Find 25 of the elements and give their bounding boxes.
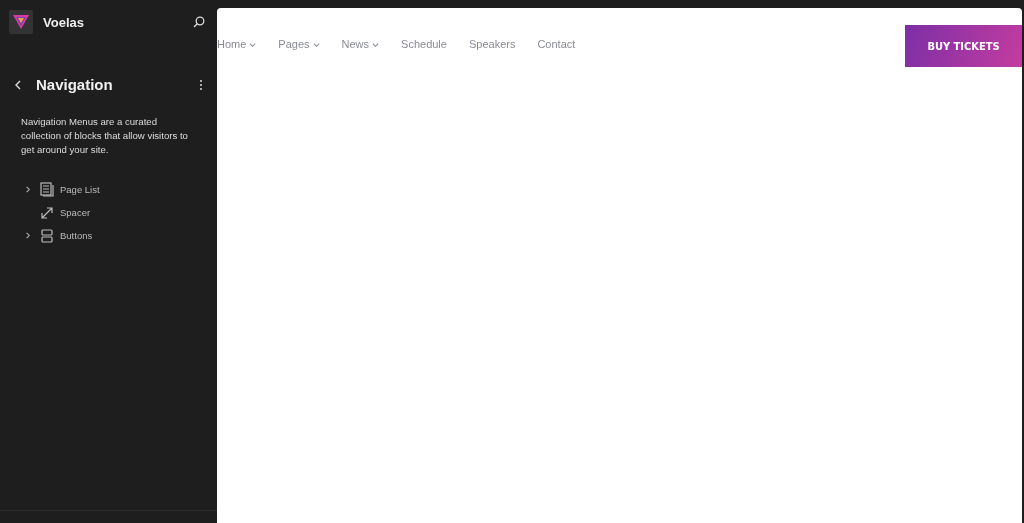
back-icon[interactable] (14, 79, 22, 90)
chevron-right-icon[interactable] (24, 186, 31, 193)
search-icon[interactable] (193, 16, 205, 28)
menu-link[interactable]: Schedule (401, 38, 447, 50)
page-list-icon (40, 182, 54, 197)
chevron-down-icon (249, 40, 257, 48)
panel-title: Navigation (36, 76, 114, 93)
menu-link[interactable]: Pages (278, 38, 320, 50)
menu-link[interactable]: News (341, 38, 380, 50)
buy-tickets-button[interactable]: BUY TICKETS (905, 25, 1022, 67)
chevron-down-icon (372, 40, 380, 48)
site-title: Voelas (43, 14, 85, 30)
chevron-down-icon (312, 40, 320, 48)
block-label[interactable]: Buttons (60, 230, 93, 241)
site-logo[interactable] (9, 10, 33, 34)
resize-arrow-icon (40, 205, 54, 220)
menu-link[interactable]: Contact (537, 38, 576, 50)
chevron-right-icon[interactable] (24, 232, 31, 239)
more-options-icon[interactable] (199, 78, 203, 91)
menu-link[interactable]: Speakers (468, 38, 516, 50)
block-label[interactable]: Spacer (60, 207, 91, 218)
block-label[interactable]: Page List (60, 184, 100, 195)
menu-link[interactable]: Home (217, 38, 257, 50)
panel-description: Navigation Menus are a curated collection of blocks that allow visitors to get around your site. (21, 115, 189, 157)
buttons-icon (40, 228, 54, 243)
